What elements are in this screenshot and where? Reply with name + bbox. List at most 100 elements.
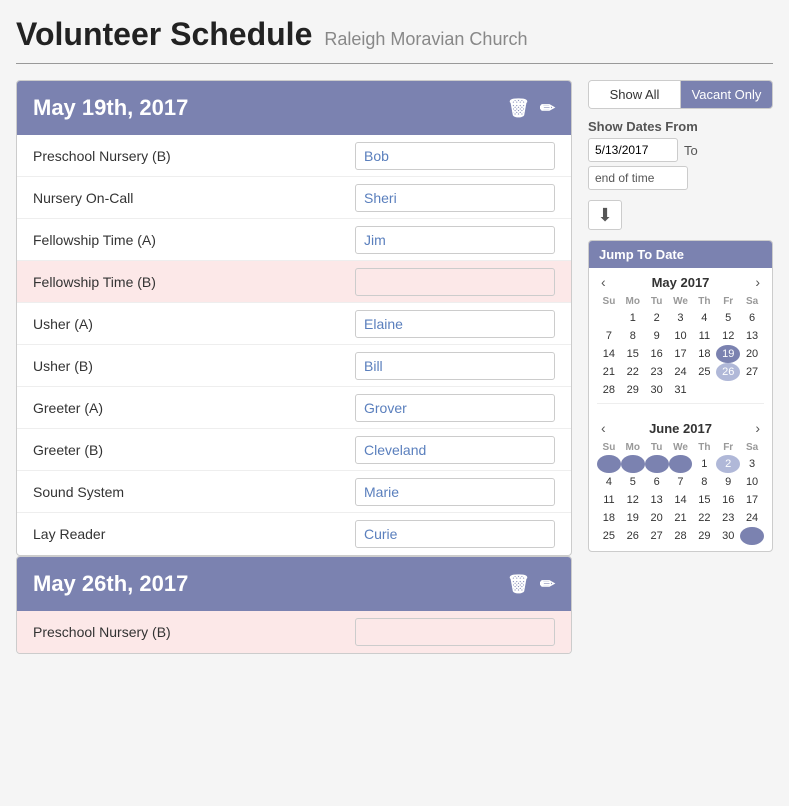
cal-day-0-21[interactable]: 21	[597, 363, 621, 381]
cal-day-1-12[interactable]: 12	[621, 491, 645, 509]
cal-day-0-3[interactable]: 3	[669, 309, 693, 327]
cal-day-1-22[interactable]: 22	[692, 509, 716, 527]
cal-day-0-24[interactable]: 24	[669, 363, 693, 381]
cal-day-0-18[interactable]: 18	[692, 345, 716, 363]
cal-day-0-23[interactable]: 23	[645, 363, 669, 381]
cal-prev-0[interactable]: ‹	[597, 274, 610, 290]
cal-day-1-20[interactable]: 20	[645, 509, 669, 527]
cal-day-0-4[interactable]: 4	[692, 309, 716, 327]
delete-icon-1[interactable]: 🗑	[507, 574, 530, 595]
cal-next-0[interactable]: ›	[751, 274, 764, 290]
schedules-container: May 19th, 2017 🗑 ✏ Preschool Nursery (B)…	[16, 80, 572, 654]
row-input-0-2[interactable]	[355, 226, 555, 254]
schedule-row-0-9: Lay Reader	[17, 513, 571, 555]
cal-day-0-5[interactable]: 5	[716, 309, 740, 327]
cal-day-0-15[interactable]: 15	[621, 345, 645, 363]
cal-day-0-14[interactable]: 14	[597, 345, 621, 363]
show-all-button[interactable]: Show All	[589, 81, 681, 108]
cal-day-1-16[interactable]: 16	[716, 491, 740, 509]
cal-day-0-10[interactable]: 10	[669, 327, 693, 345]
cal-day-1-26[interactable]: 26	[621, 527, 645, 545]
date-end-input[interactable]	[588, 166, 688, 190]
schedule-row-0-2: Fellowship Time (A)	[17, 219, 571, 261]
cal-day-1-11[interactable]: 11	[597, 491, 621, 509]
row-input-1-0[interactable]	[355, 618, 555, 646]
cal-day-1-28[interactable]: 28	[669, 527, 693, 545]
download-button[interactable]: ⬇	[588, 200, 622, 230]
row-input-0-3[interactable]	[355, 268, 555, 296]
row-label-0-0: Preschool Nursery (B)	[33, 148, 355, 164]
cal-day-0-20[interactable]: 20	[740, 345, 764, 363]
cal-day-0-2[interactable]: 2	[645, 309, 669, 327]
schedule-row-0-4: Usher (A)	[17, 303, 571, 345]
cal-day-0-26[interactable]: 26	[716, 363, 740, 381]
cal-day-0-28[interactable]: 28	[597, 381, 621, 399]
cal-day-0-17[interactable]: 17	[669, 345, 693, 363]
schedule-row-0-0: Preschool Nursery (B)	[17, 135, 571, 177]
schedule-row-0-7: Greeter (B)	[17, 429, 571, 471]
cal-day-header: We	[669, 294, 693, 309]
cal-day-0-29[interactable]: 29	[621, 381, 645, 399]
vacant-only-button[interactable]: Vacant Only	[681, 81, 772, 108]
cal-day-0-6[interactable]: 6	[740, 309, 764, 327]
cal-day-0-9[interactable]: 9	[645, 327, 669, 345]
cal-day-1-25[interactable]: 25	[597, 527, 621, 545]
edit-icon-1[interactable]: ✏	[540, 574, 555, 595]
date-from-input[interactable]	[588, 138, 678, 162]
cal-day-0-22[interactable]: 22	[621, 363, 645, 381]
cal-day-0-19[interactable]: 19	[716, 345, 740, 363]
cal-day-0-8[interactable]: 8	[621, 327, 645, 345]
cal-day-0-7[interactable]: 7	[597, 327, 621, 345]
calendar-section: Jump To Date ‹ May 2017 › SuMoTuWeThFrSa…	[588, 240, 773, 552]
edit-icon-0[interactable]: ✏	[540, 98, 555, 119]
cal-day-1-14[interactable]: 14	[669, 491, 693, 509]
cal-day-1-27[interactable]: 27	[645, 527, 669, 545]
row-input-0-8[interactable]	[355, 478, 555, 506]
cal-day-1-7[interactable]: 7	[669, 473, 693, 491]
cal-day-0-30[interactable]: 30	[645, 381, 669, 399]
cal-day-1-29[interactable]: 29	[692, 527, 716, 545]
cal-month-title-0: May 2017	[652, 275, 710, 290]
cal-day-0-11[interactable]: 11	[692, 327, 716, 345]
cal-day-1-24[interactable]: 24	[740, 509, 764, 527]
cal-day-1-4[interactable]: 4	[597, 473, 621, 491]
cal-day-0-13[interactable]: 13	[740, 327, 764, 345]
cal-day-1-23[interactable]: 23	[716, 509, 740, 527]
cal-prev-1[interactable]: ‹	[597, 420, 610, 436]
cal-day-1-3[interactable]: 3	[740, 455, 764, 473]
cal-day-1-8[interactable]: 8	[692, 473, 716, 491]
cal-day-1-9[interactable]: 9	[716, 473, 740, 491]
row-input-0-1[interactable]	[355, 184, 555, 212]
cal-day-1-19[interactable]: 19	[621, 509, 645, 527]
cal-day-1-2[interactable]: 2	[716, 455, 740, 473]
cal-day-0-25[interactable]: 25	[692, 363, 716, 381]
date-to-label: To	[684, 143, 698, 158]
cal-day-0-1[interactable]: 1	[621, 309, 645, 327]
cal-day-0-27[interactable]: 27	[740, 363, 764, 381]
cal-next-1[interactable]: ›	[751, 420, 764, 436]
cal-day-0-16[interactable]: 16	[645, 345, 669, 363]
cal-day-1-5[interactable]: 5	[621, 473, 645, 491]
cal-day-1-30[interactable]: 30	[716, 527, 740, 545]
cal-day-1-10[interactable]: 10	[740, 473, 764, 491]
row-input-0-5[interactable]	[355, 352, 555, 380]
main-layout: May 19th, 2017 🗑 ✏ Preschool Nursery (B)…	[16, 80, 773, 654]
row-input-0-4[interactable]	[355, 310, 555, 338]
cal-day-1-21[interactable]: 21	[669, 509, 693, 527]
cal-day-1-15[interactable]: 15	[692, 491, 716, 509]
schedule-row-0-8: Sound System	[17, 471, 571, 513]
row-input-0-9[interactable]	[355, 520, 555, 548]
cal-day-1-6[interactable]: 6	[645, 473, 669, 491]
cal-day-1-13[interactable]: 13	[645, 491, 669, 509]
row-input-0-0[interactable]	[355, 142, 555, 170]
cal-day-1-17[interactable]: 17	[740, 491, 764, 509]
delete-icon-0[interactable]: 🗑	[507, 98, 530, 119]
cal-day-0-31[interactable]: 31	[669, 381, 693, 399]
cal-empty	[716, 381, 740, 399]
row-input-0-7[interactable]	[355, 436, 555, 464]
row-input-0-6[interactable]	[355, 394, 555, 422]
cal-day-1-1[interactable]: 1	[692, 455, 716, 473]
cal-day-1-18[interactable]: 18	[597, 509, 621, 527]
cal-day-0-12[interactable]: 12	[716, 327, 740, 345]
card-header-1: May 26th, 2017 🗑 ✏	[17, 557, 571, 611]
